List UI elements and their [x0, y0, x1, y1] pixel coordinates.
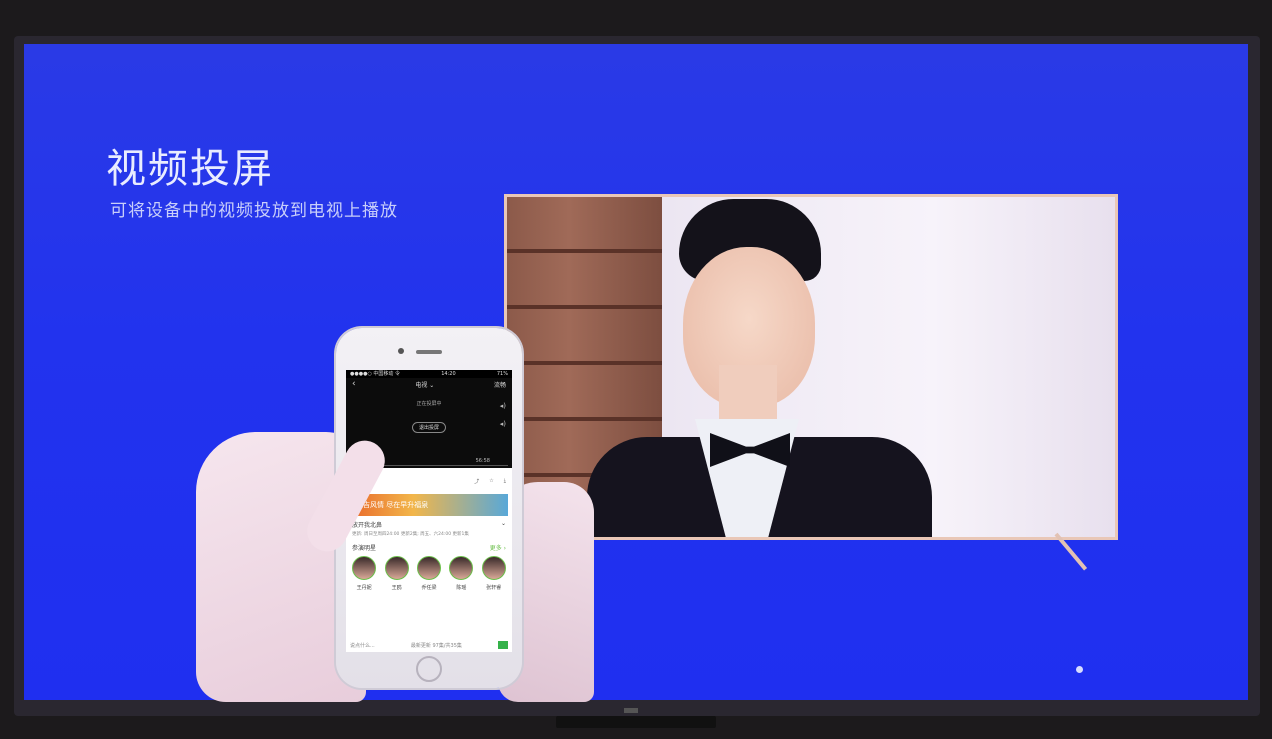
- share-icon[interactable]: ⤴: [474, 478, 479, 485]
- send-button[interactable]: [498, 641, 508, 649]
- cast-member[interactable]: 王丹妮: [352, 556, 377, 591]
- video-time: 56:58: [475, 458, 490, 464]
- volume-down-icon[interactable]: ◂): [500, 420, 506, 428]
- home-button[interactable]: [416, 656, 442, 682]
- player-nav: ‹ 电视 ⌄ 流畅: [346, 378, 512, 391]
- comment-bar: 说点什么... 最新更新 97集/共35集: [350, 640, 508, 650]
- carrier: ●●●●○ 中国移动 令: [350, 371, 400, 377]
- ad-banner[interactable]: 振吉风情 尽在早升福泉: [350, 494, 508, 516]
- page-indicator-dot[interactable]: [1076, 666, 1083, 673]
- casting-status: 正在投屏中: [416, 401, 442, 407]
- volume-up-icon[interactable]: ◂): [500, 402, 506, 410]
- tv-logo: [624, 708, 638, 713]
- displayed-tv-image: [504, 194, 1118, 540]
- avatar: [481, 556, 506, 580]
- quality-button[interactable]: 流畅: [494, 380, 506, 389]
- page-title: 视频投屏: [106, 146, 274, 192]
- cast-member[interactable]: 王鸥: [384, 556, 409, 591]
- tab-tv[interactable]: 电视 ⌄: [415, 380, 434, 389]
- camera-icon: [398, 348, 404, 354]
- cast-member[interactable]: 陈瑶: [449, 556, 474, 591]
- avatar: [352, 556, 377, 580]
- show-title-row[interactable]: 放开我北鼻 ⌄: [346, 516, 512, 529]
- show-title: 放开我北鼻: [352, 522, 383, 529]
- clock: 14:20: [441, 371, 456, 377]
- cast-list: 王丹妮 王鸥 乔任梁 陈瑶 张轩睿: [346, 552, 512, 591]
- comment-input[interactable]: 说点什么...: [350, 642, 375, 649]
- back-icon[interactable]: ‹: [352, 380, 356, 389]
- status-bar: ●●●●○ 中国移动 令 14:20 71%: [346, 370, 512, 378]
- cast-member[interactable]: 乔任梁: [416, 556, 441, 591]
- cast-member[interactable]: 张轩睿: [481, 556, 506, 591]
- page-subtitle: 可将设备中的视频投放到电视上播放: [110, 201, 398, 221]
- cast-title: 参演明星: [352, 545, 377, 552]
- favorite-icon[interactable]: ☆: [489, 478, 493, 484]
- update-schedule: 更新: 周日至周四24:00 更新2集; 周五、六24:00 更新1集: [352, 532, 469, 537]
- chevron-down-icon[interactable]: ⌄: [501, 520, 506, 529]
- speaker-grille: [416, 350, 442, 354]
- avatar: [384, 556, 409, 580]
- episode-info: 最新更新 97集/共35集: [410, 642, 462, 649]
- cast-header: 参演明星 更多 ›: [346, 539, 512, 552]
- phone: ●●●●○ 中国移动 令 14:20 71% ‹ 电视 ⌄ 流畅 正在投屏中 ◂…: [336, 328, 522, 688]
- avatar: [449, 556, 474, 580]
- phone-screen: ●●●●○ 中国移动 令 14:20 71% ‹ 电视 ⌄ 流畅 正在投屏中 ◂…: [346, 370, 512, 652]
- download-icon[interactable]: ⤓: [504, 478, 506, 484]
- battery: 71%: [496, 371, 508, 377]
- avatar: [416, 556, 441, 580]
- exit-cast-button[interactable]: 退出投屏: [412, 422, 447, 433]
- tv-stand: [556, 716, 716, 728]
- cast-more-link[interactable]: 更多 ›: [490, 543, 506, 552]
